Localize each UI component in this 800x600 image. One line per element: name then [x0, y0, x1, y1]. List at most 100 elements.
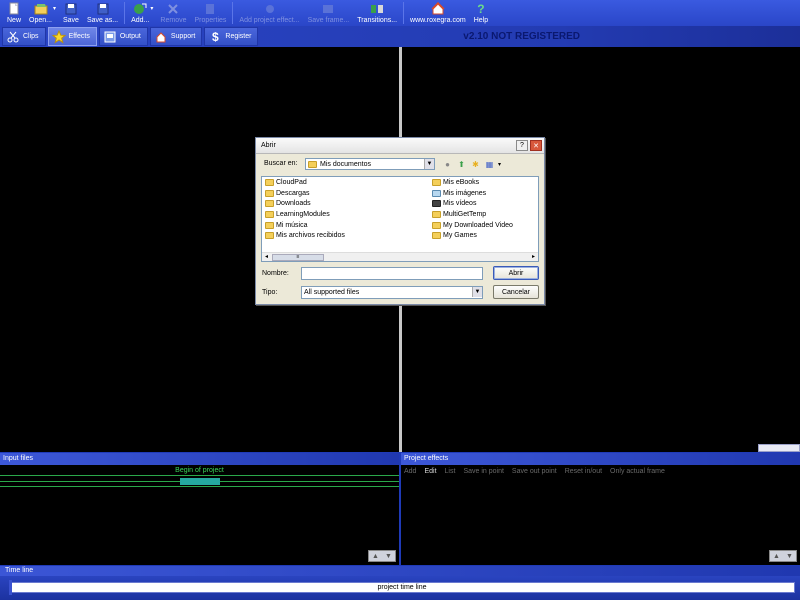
list-item[interactable]: Mis eBooks — [432, 179, 479, 186]
timeline-playhead[interactable] — [9, 580, 12, 595]
name-label: Nombre: — [262, 270, 289, 277]
timeline-area: project time line — [0, 576, 800, 600]
save-as-disk-icon — [96, 2, 110, 15]
toolbar-separator — [403, 2, 405, 24]
effect-add-button[interactable]: Add — [404, 468, 416, 475]
list-item-label: MultiGetTemp — [443, 211, 487, 218]
new-button[interactable]: New — [3, 0, 25, 26]
list-item[interactable]: MultiGetTemp — [432, 211, 486, 218]
list-item-label: Descargas — [276, 190, 310, 197]
tab-clips-label: Clips — [23, 33, 39, 40]
add-icon — [133, 2, 147, 15]
file-list-scrollbar[interactable]: ◂ ≡ ▸ — [262, 252, 538, 261]
tab-clips[interactable]: Clips — [2, 27, 46, 46]
scroll-left-icon[interactable]: ◂ — [262, 253, 271, 262]
list-item[interactable]: Mis imágenes — [432, 190, 486, 197]
list-item-label: CloudPad — [276, 179, 307, 186]
up-folder-icon[interactable]: ⬆ — [456, 159, 467, 169]
file-list: CloudPad Descargas Downloads LearningMod… — [261, 176, 539, 262]
list-item[interactable]: CloudPad — [265, 179, 307, 186]
save-as-button[interactable]: Save as... — [83, 0, 122, 26]
folder-icon — [265, 232, 274, 239]
tab-output[interactable]: Output — [98, 27, 148, 46]
list-item[interactable]: LearningModules — [265, 211, 330, 218]
transitions-icon — [370, 2, 384, 15]
save-frame-button[interactable]: Save frame... — [304, 0, 354, 26]
open-button[interactable]: Open... — [25, 0, 56, 26]
input-files-header: Input files — [0, 453, 399, 465]
website-button[interactable]: www.roxegra.com — [406, 0, 470, 26]
view-dropdown-icon[interactable]: ▾ — [494, 159, 505, 169]
save-in-point-button[interactable]: Save in point — [463, 468, 503, 475]
help-button[interactable]: ? Help — [470, 0, 492, 26]
file-name-field[interactable] — [301, 267, 483, 280]
effect-edit-button[interactable]: Edit — [424, 468, 436, 475]
file-type-value: All supported files — [304, 289, 360, 296]
tab-register[interactable]: $ Register — [204, 27, 259, 46]
preview-scrollbar[interactable] — [758, 444, 800, 452]
list-item[interactable]: Descargas — [265, 190, 309, 197]
list-item[interactable]: Mis archivos recibidos — [265, 232, 345, 239]
remove-button[interactable]: Remove — [156, 0, 190, 26]
chevron-down-icon[interactable]: ▼ — [424, 159, 434, 169]
look-in-label: Buscar en: — [264, 160, 298, 167]
new-file-icon — [7, 2, 21, 15]
save-out-point-button[interactable]: Save out point — [512, 468, 557, 475]
up-arrow-icon[interactable]: ▲ — [773, 553, 780, 560]
list-item[interactable]: My Downloaded Video — [432, 222, 513, 229]
chevron-down-icon[interactable]: ▼ — [472, 287, 482, 297]
list-item[interactable]: Downloads — [265, 200, 311, 207]
add-project-effect-button[interactable]: Add project effect... — [235, 0, 303, 26]
look-in-select[interactable]: Mis documentos ▼ — [305, 158, 435, 170]
help-question-icon[interactable]: ? — [516, 140, 528, 151]
close-icon[interactable]: ✕ — [530, 140, 542, 151]
dialog-title: Abrir — [261, 142, 276, 149]
down-arrow-icon[interactable]: ▼ — [385, 553, 392, 560]
look-in-value: Mis documentos — [320, 160, 371, 168]
folder-icon — [432, 232, 441, 239]
effects-scroll-buttons[interactable]: ▲ ▼ — [769, 550, 797, 562]
videos-folder-icon — [432, 200, 441, 207]
help-question-icon: ? — [477, 1, 485, 16]
project-start-marker[interactable] — [180, 478, 220, 485]
open-button[interactable]: Abrir — [493, 266, 539, 280]
website-label: www.roxegra.com — [410, 17, 466, 24]
folder-icon — [432, 222, 441, 229]
save-button[interactable]: Save — [59, 0, 83, 26]
project-effects-area — [401, 478, 800, 565]
list-item[interactable]: Mis vídeos — [432, 200, 476, 207]
save-frame-label: Save frame... — [307, 17, 350, 24]
add-label: Add... — [131, 17, 150, 24]
input-scroll-buttons[interactable]: ▲ ▼ — [368, 550, 396, 562]
reset-in-out-button[interactable]: Reset in/out — [565, 468, 602, 475]
scrollbar-thumb[interactable]: ≡ — [272, 254, 324, 261]
transitions-button[interactable]: Transitions... — [353, 0, 401, 26]
list-item[interactable]: My Games — [432, 232, 477, 239]
properties-button[interactable]: Properties — [191, 0, 231, 26]
project-time-line[interactable]: project time line — [9, 582, 795, 593]
effect-list-button[interactable]: List — [445, 468, 456, 475]
effect-icon — [263, 2, 277, 15]
open-dropdown-arrow[interactable]: ▾ — [53, 5, 56, 26]
type-label: Tipo: — [262, 289, 278, 296]
begin-of-project-label: Begin of project — [175, 467, 224, 474]
list-item[interactable]: Mi música — [265, 222, 308, 229]
toolbar-separator — [124, 2, 126, 24]
home-icon — [154, 30, 168, 44]
up-arrow-icon[interactable]: ▲ — [372, 553, 379, 560]
down-arrow-icon[interactable]: ▼ — [786, 553, 793, 560]
tab-effects[interactable]: Effects — [47, 27, 97, 46]
main-toolbar: New Open... ▾ Save Save as... Add... ▾ R… — [0, 0, 800, 26]
add-dropdown-arrow[interactable]: ▾ — [150, 5, 153, 26]
back-icon[interactable]: ● — [442, 159, 453, 169]
file-type-select[interactable]: All supported files ▼ — [301, 286, 483, 299]
tab-support[interactable]: Support — [149, 27, 203, 46]
only-actual-frame-button[interactable]: Only actual frame — [610, 468, 665, 475]
timeline-header: Time line — [0, 566, 800, 576]
new-folder-icon[interactable]: ✱ — [470, 159, 481, 169]
cancel-button[interactable]: Cancelar — [493, 285, 539, 299]
folder-icon — [432, 211, 441, 218]
help-label: Help — [473, 17, 489, 24]
scroll-right-icon[interactable]: ▸ — [529, 253, 538, 262]
music-folder-icon — [265, 222, 274, 229]
